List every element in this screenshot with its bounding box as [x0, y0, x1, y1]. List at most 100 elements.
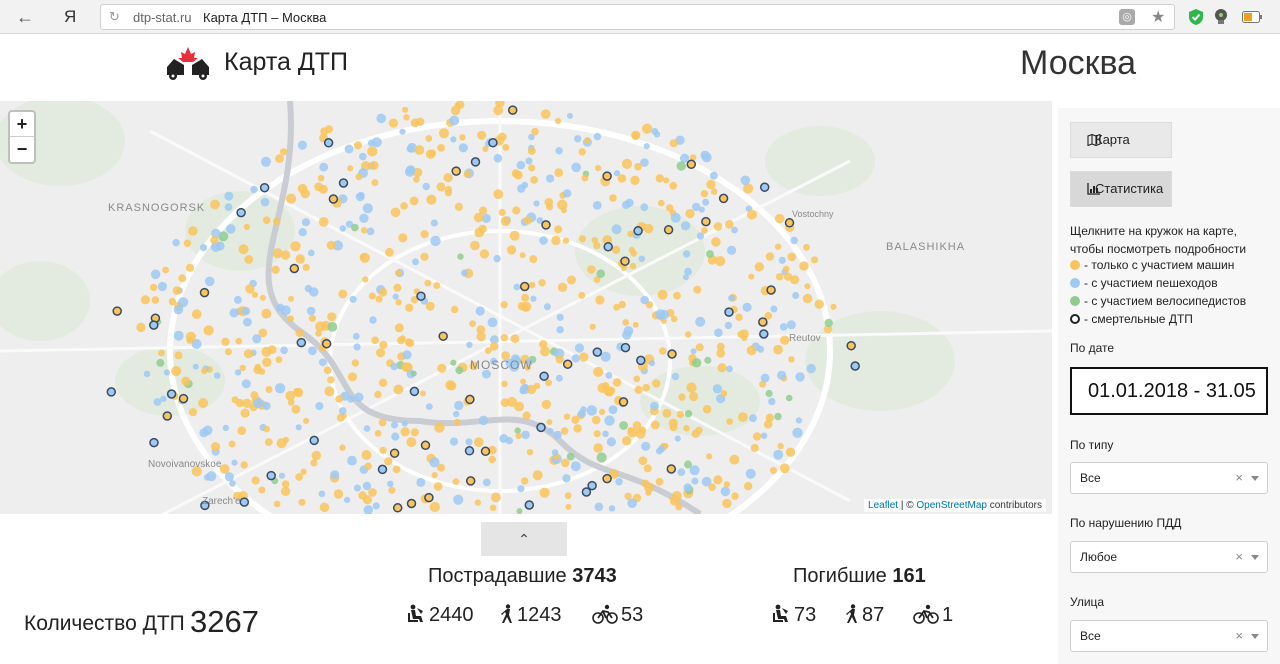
accident-marker[interactable]	[355, 173, 363, 181]
accident-marker[interactable]	[547, 428, 554, 435]
accident-marker[interactable]	[475, 306, 485, 316]
accident-marker[interactable]	[474, 227, 485, 238]
accident-marker[interactable]	[367, 146, 378, 157]
fatal-accident-marker[interactable]	[758, 317, 768, 327]
accident-marker[interactable]	[531, 127, 539, 136]
accident-marker[interactable]	[240, 408, 250, 418]
accident-marker[interactable]	[517, 302, 527, 311]
accident-marker[interactable]	[404, 166, 416, 177]
accident-marker[interactable]	[265, 386, 273, 393]
accident-marker[interactable]	[384, 457, 393, 466]
accident-marker[interactable]	[452, 478, 460, 485]
accident-marker[interactable]	[335, 395, 343, 403]
accident-marker[interactable]	[224, 191, 234, 201]
accident-marker[interactable]	[390, 362, 399, 371]
accident-marker[interactable]	[540, 109, 551, 119]
accident-marker[interactable]	[473, 437, 484, 447]
accident-marker[interactable]	[563, 413, 571, 420]
accident-marker[interactable]	[774, 412, 782, 421]
accident-marker[interactable]	[425, 301, 435, 311]
accident-marker[interactable]	[676, 410, 685, 419]
accident-marker[interactable]	[153, 398, 162, 406]
accident-marker[interactable]	[353, 343, 361, 351]
accident-marker[interactable]	[632, 321, 639, 328]
accident-marker[interactable]	[608, 405, 618, 415]
accident-marker[interactable]	[245, 284, 255, 294]
accident-marker[interactable]	[272, 248, 283, 259]
accident-marker[interactable]	[749, 414, 757, 423]
osm-link[interactable]: OpenStreetMap	[916, 500, 987, 511]
accident-marker[interactable]	[567, 275, 576, 285]
fatal-accident-marker[interactable]	[784, 218, 795, 228]
accident-marker[interactable]	[726, 365, 733, 373]
accident-marker[interactable]	[662, 408, 672, 418]
accident-marker[interactable]	[140, 295, 150, 305]
accident-marker[interactable]	[499, 434, 509, 443]
accident-marker[interactable]	[655, 174, 664, 183]
fatal-accident-marker[interactable]	[328, 194, 339, 204]
accident-marker[interactable]	[290, 241, 301, 252]
accident-marker[interactable]	[394, 323, 404, 333]
accident-marker[interactable]	[231, 459, 238, 466]
accident-marker[interactable]	[429, 501, 440, 513]
accident-marker[interactable]	[782, 265, 790, 273]
fatal-accident-marker[interactable]	[663, 225, 674, 235]
accident-marker[interactable]	[668, 418, 678, 428]
accident-marker[interactable]	[622, 319, 630, 326]
accident-marker[interactable]	[459, 134, 466, 141]
car-crash-logo-icon[interactable]	[165, 45, 211, 81]
accident-marker[interactable]	[443, 173, 453, 183]
accident-marker[interactable]	[778, 256, 786, 264]
fatal-accident-marker[interactable]	[562, 359, 573, 369]
fatal-accident-marker[interactable]	[602, 171, 612, 181]
accident-marker[interactable]	[604, 415, 615, 426]
accident-marker[interactable]	[792, 427, 803, 438]
lightbulb-icon[interactable]	[1214, 8, 1228, 26]
accident-marker[interactable]	[479, 249, 490, 259]
accident-marker[interactable]	[594, 502, 604, 512]
zoom-in-button[interactable]: +	[10, 112, 34, 137]
accident-marker[interactable]	[395, 269, 402, 277]
accident-marker[interactable]	[226, 224, 236, 234]
fatal-accident-marker[interactable]	[633, 226, 643, 236]
leaflet-link[interactable]: Leaflet	[868, 500, 898, 511]
accident-marker[interactable]	[347, 372, 358, 382]
accident-marker[interactable]	[527, 146, 536, 155]
chevron-down-icon[interactable]	[1251, 555, 1259, 560]
accident-marker[interactable]	[773, 344, 783, 355]
accident-marker[interactable]	[400, 427, 410, 437]
accident-marker[interactable]	[461, 269, 469, 277]
accident-marker[interactable]	[565, 503, 572, 510]
accident-marker[interactable]	[304, 284, 313, 293]
accident-marker[interactable]	[513, 170, 523, 180]
accident-marker[interactable]	[754, 262, 764, 272]
fatal-accident-marker[interactable]	[236, 207, 246, 218]
accident-marker[interactable]	[454, 102, 461, 109]
accident-marker[interactable]	[375, 295, 383, 303]
accident-marker[interactable]	[291, 404, 301, 414]
accident-marker[interactable]	[339, 225, 346, 232]
accident-marker[interactable]	[353, 141, 362, 150]
accident-marker[interactable]	[655, 477, 664, 486]
accident-marker[interactable]	[286, 193, 297, 204]
accident-marker[interactable]	[519, 252, 526, 259]
accident-marker[interactable]	[602, 430, 609, 438]
accident-marker[interactable]	[374, 390, 382, 399]
accident-marker[interactable]	[578, 148, 586, 156]
accident-marker[interactable]	[449, 115, 460, 126]
accident-marker[interactable]	[204, 276, 215, 287]
fatal-accident-marker[interactable]	[377, 464, 388, 475]
accident-marker[interactable]	[425, 149, 436, 159]
accident-marker[interactable]	[566, 452, 575, 461]
map-view-button[interactable]: Карта	[1070, 122, 1172, 158]
accident-marker[interactable]	[325, 125, 333, 134]
accident-marker[interactable]	[354, 392, 364, 402]
accident-marker[interactable]	[426, 194, 437, 205]
accident-marker[interactable]	[561, 207, 567, 214]
accident-marker[interactable]	[641, 441, 651, 451]
accident-marker[interactable]	[458, 143, 468, 153]
accident-marker[interactable]	[379, 446, 387, 454]
fatal-accident-marker[interactable]	[296, 337, 307, 348]
accident-marker[interactable]	[750, 443, 759, 453]
accident-marker[interactable]	[643, 143, 650, 150]
